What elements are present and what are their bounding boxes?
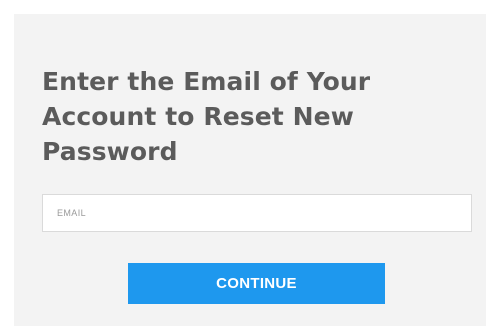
continue-button[interactable]: CONTINUE: [128, 263, 385, 304]
email-field[interactable]: [42, 194, 472, 232]
reset-password-panel: Enter the Email of Your Account to Reset…: [14, 14, 486, 326]
page: Enter the Email of Your Account to Reset…: [0, 0, 486, 326]
page-title: Enter the Email of Your Account to Reset…: [42, 67, 371, 166]
